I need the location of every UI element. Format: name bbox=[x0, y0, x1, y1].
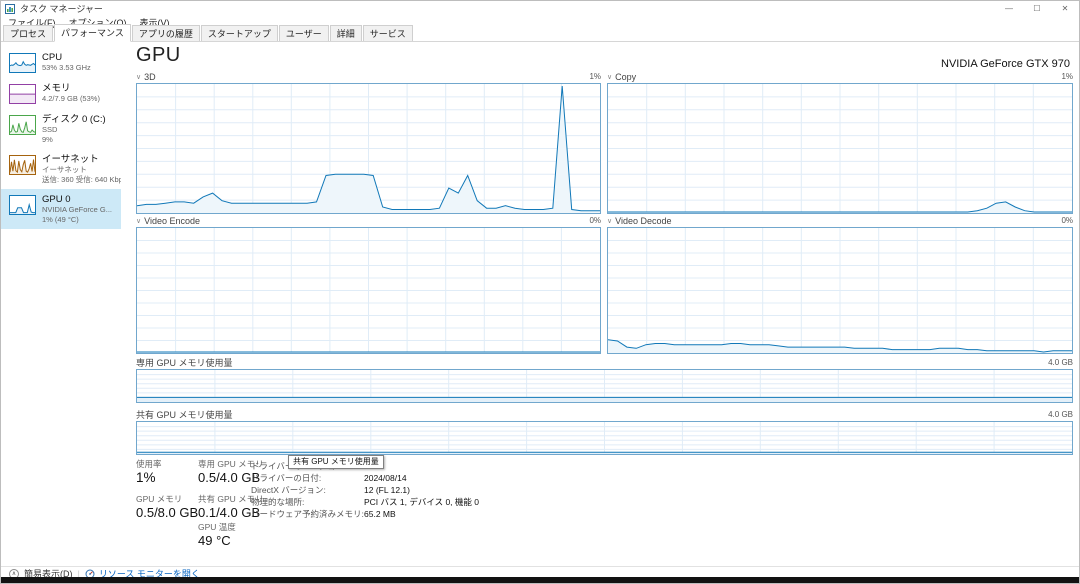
detail-driver-date-value: 2024/08/14 bbox=[364, 472, 407, 484]
window-controls: — ☐ ✕ bbox=[995, 1, 1079, 16]
stat-usage-value: 1% bbox=[136, 470, 162, 486]
close-button[interactable]: ✕ bbox=[1051, 1, 1079, 16]
chart-value-video-encode: 0% bbox=[589, 216, 601, 225]
chevron-down-icon: ∨ bbox=[607, 73, 612, 81]
shared-gpu-memory-tooltip: 共有 GPU メモリ使用量 bbox=[288, 455, 384, 469]
sidebar-gpu-stats: 1% (49 °C) bbox=[42, 215, 112, 225]
sidebar-memory-stats: 4.2/7.9 GB (53%) bbox=[42, 94, 100, 104]
chart-video-decode bbox=[607, 227, 1073, 354]
task-manager-window: タスク マネージャー — ☐ ✕ ファイル(F) オプション(O) 表示(V) … bbox=[0, 0, 1080, 584]
sidebar-item-ethernet[interactable]: イーサネット イーサネット 送信: 360 受信: 640 Kbp bbox=[1, 149, 121, 189]
sidebar-ethernet-name: イーサネット bbox=[42, 165, 121, 175]
detail-driver-date-label: ドライバーの日付: bbox=[251, 472, 364, 484]
sidebar-disk-type: SSD bbox=[42, 125, 106, 135]
detail-hw-reserved-memory-value: 65.2 MB bbox=[364, 508, 396, 520]
tab-app-history[interactable]: アプリの履歴 bbox=[132, 25, 200, 41]
disk-mini-chart bbox=[9, 115, 36, 135]
chart-title-video-encode: Video Encode bbox=[144, 216, 200, 226]
detail-physical-location-value: PCI バス 1, デバイス 0, 機能 0 bbox=[364, 496, 479, 508]
sidebar-memory-title: メモリ bbox=[42, 83, 100, 94]
cpu-mini-chart bbox=[9, 53, 36, 73]
chart-value-copy: 1% bbox=[1061, 72, 1073, 81]
detail-directx-version: DirectX バージョン: 12 (FL 12.1) bbox=[251, 484, 479, 496]
chart-max-shared-memory: 4.0 GB bbox=[1048, 410, 1073, 419]
sidebar-cpu-title: CPU bbox=[42, 52, 91, 63]
tab-services[interactable]: サービス bbox=[363, 25, 413, 41]
tab-startup[interactable]: スタートアップ bbox=[201, 25, 278, 41]
chart-title-3d: 3D bbox=[144, 72, 156, 82]
minimize-button[interactable]: — bbox=[995, 1, 1023, 16]
sidebar-disk-usage: 9% bbox=[42, 135, 106, 145]
sidebar-item-memory[interactable]: メモリ 4.2/7.9 GB (53%) bbox=[1, 78, 121, 109]
bottom-dark-strip bbox=[1, 577, 1079, 583]
chart-value-3d: 1% bbox=[589, 72, 601, 81]
sidebar-item-gpu0[interactable]: GPU 0 NVIDIA GeForce G... 1% (49 °C) bbox=[1, 189, 121, 229]
titlebar: タスク マネージャー — ☐ ✕ bbox=[1, 1, 1079, 16]
ethernet-mini-chart bbox=[9, 155, 36, 175]
detail-hw-reserved-memory-label: ハードウェア予約済みメモリ: bbox=[251, 508, 364, 520]
stat-usage: 使用率 1% bbox=[136, 459, 162, 486]
stat-temperature-label: GPU 温度 bbox=[198, 522, 236, 533]
tab-performance[interactable]: パフォーマンス bbox=[54, 24, 131, 42]
detail-hw-reserved-memory: ハードウェア予約済みメモリ: 65.2 MB bbox=[251, 508, 479, 520]
chart-header-video-encode: ∨Video Encode 0% bbox=[136, 215, 601, 226]
sidebar-ethernet-stats: 送信: 360 受信: 640 Kbp bbox=[42, 175, 121, 185]
sidebar-disk-title: ディスク 0 (C:) bbox=[42, 114, 106, 125]
page-title: GPU bbox=[136, 44, 181, 67]
chart-3d bbox=[136, 83, 601, 214]
driver-details: ドライバーのバージョン: 94 ドライバーの日付: 2024/08/14 Dir… bbox=[251, 460, 479, 520]
chart-max-dedicated-memory: 4.0 GB bbox=[1048, 358, 1073, 367]
sidebar-item-cpu[interactable]: CPU 53% 3.53 GHz bbox=[1, 47, 121, 78]
tab-strip: プロセス パフォーマンス アプリの履歴 スタートアップ ユーザー 詳細 サービス bbox=[1, 29, 1079, 42]
chevron-down-icon: ∨ bbox=[607, 217, 612, 225]
chart-header-shared-memory: 共有 GPU メモリ使用量 4.0 GB bbox=[136, 409, 1073, 420]
tab-details[interactable]: 詳細 bbox=[330, 25, 362, 41]
gpu-mini-chart bbox=[9, 195, 36, 215]
chart-header-dedicated-memory: 専用 GPU メモリ使用量 4.0 GB bbox=[136, 357, 1073, 368]
performance-sidebar: CPU 53% 3.53 GHz メモリ 4.2/7.9 GB (53%) ディ… bbox=[1, 43, 121, 564]
window-title: タスク マネージャー bbox=[20, 2, 103, 15]
chart-header-3d: ∨3D 1% bbox=[136, 71, 601, 82]
chart-copy bbox=[607, 83, 1073, 214]
chart-video-encode bbox=[136, 227, 601, 354]
chart-shared-memory bbox=[136, 421, 1073, 455]
stat-gpu-memory: GPU メモリ 0.5/8.0 GB bbox=[136, 494, 198, 521]
stat-gpu-memory-value: 0.5/8.0 GB bbox=[136, 505, 198, 521]
detail-directx-version-label: DirectX バージョン: bbox=[251, 484, 364, 496]
sidebar-gpu-name: NVIDIA GeForce G... bbox=[42, 205, 112, 215]
chart-title-dedicated-memory: 専用 GPU メモリ使用量 bbox=[136, 356, 233, 369]
chevron-down-icon: ∨ bbox=[136, 73, 141, 81]
task-manager-icon bbox=[5, 4, 15, 14]
sidebar-gpu-title: GPU 0 bbox=[42, 194, 112, 205]
stat-gpu-memory-label: GPU メモリ bbox=[136, 494, 198, 505]
detail-physical-location: 物理的な場所: PCI バス 1, デバイス 0, 機能 0 bbox=[251, 496, 479, 508]
detail-driver-date: ドライバーの日付: 2024/08/14 bbox=[251, 472, 479, 484]
detail-physical-location-label: 物理的な場所: bbox=[251, 496, 364, 508]
memory-mini-chart bbox=[9, 84, 36, 104]
sidebar-ethernet-title: イーサネット bbox=[42, 154, 121, 165]
chart-header-copy: ∨Copy 1% bbox=[607, 71, 1073, 82]
chart-dedicated-memory bbox=[136, 369, 1073, 403]
chevron-down-icon: ∨ bbox=[136, 217, 141, 225]
stat-temperature: GPU 温度 49 °C bbox=[198, 522, 236, 549]
chart-value-video-decode: 0% bbox=[1061, 216, 1073, 225]
chart-title-copy: Copy bbox=[615, 72, 636, 82]
tab-processes[interactable]: プロセス bbox=[3, 25, 53, 41]
tab-users[interactable]: ユーザー bbox=[279, 25, 329, 41]
gpu-device-name: NVIDIA GeForce GTX 970 bbox=[941, 58, 1070, 70]
stat-usage-label: 使用率 bbox=[136, 459, 162, 470]
maximize-button[interactable]: ☐ bbox=[1023, 1, 1051, 16]
detail-directx-version-value: 12 (FL 12.1) bbox=[364, 484, 410, 496]
stat-temperature-value: 49 °C bbox=[198, 533, 236, 549]
chart-title-shared-memory: 共有 GPU メモリ使用量 bbox=[136, 408, 233, 421]
chart-title-video-decode: Video Decode bbox=[615, 216, 671, 226]
sidebar-item-disk0[interactable]: ディスク 0 (C:) SSD 9% bbox=[1, 109, 121, 149]
chart-header-video-decode: ∨Video Decode 0% bbox=[607, 215, 1073, 226]
sidebar-cpu-stats: 53% 3.53 GHz bbox=[42, 63, 91, 73]
